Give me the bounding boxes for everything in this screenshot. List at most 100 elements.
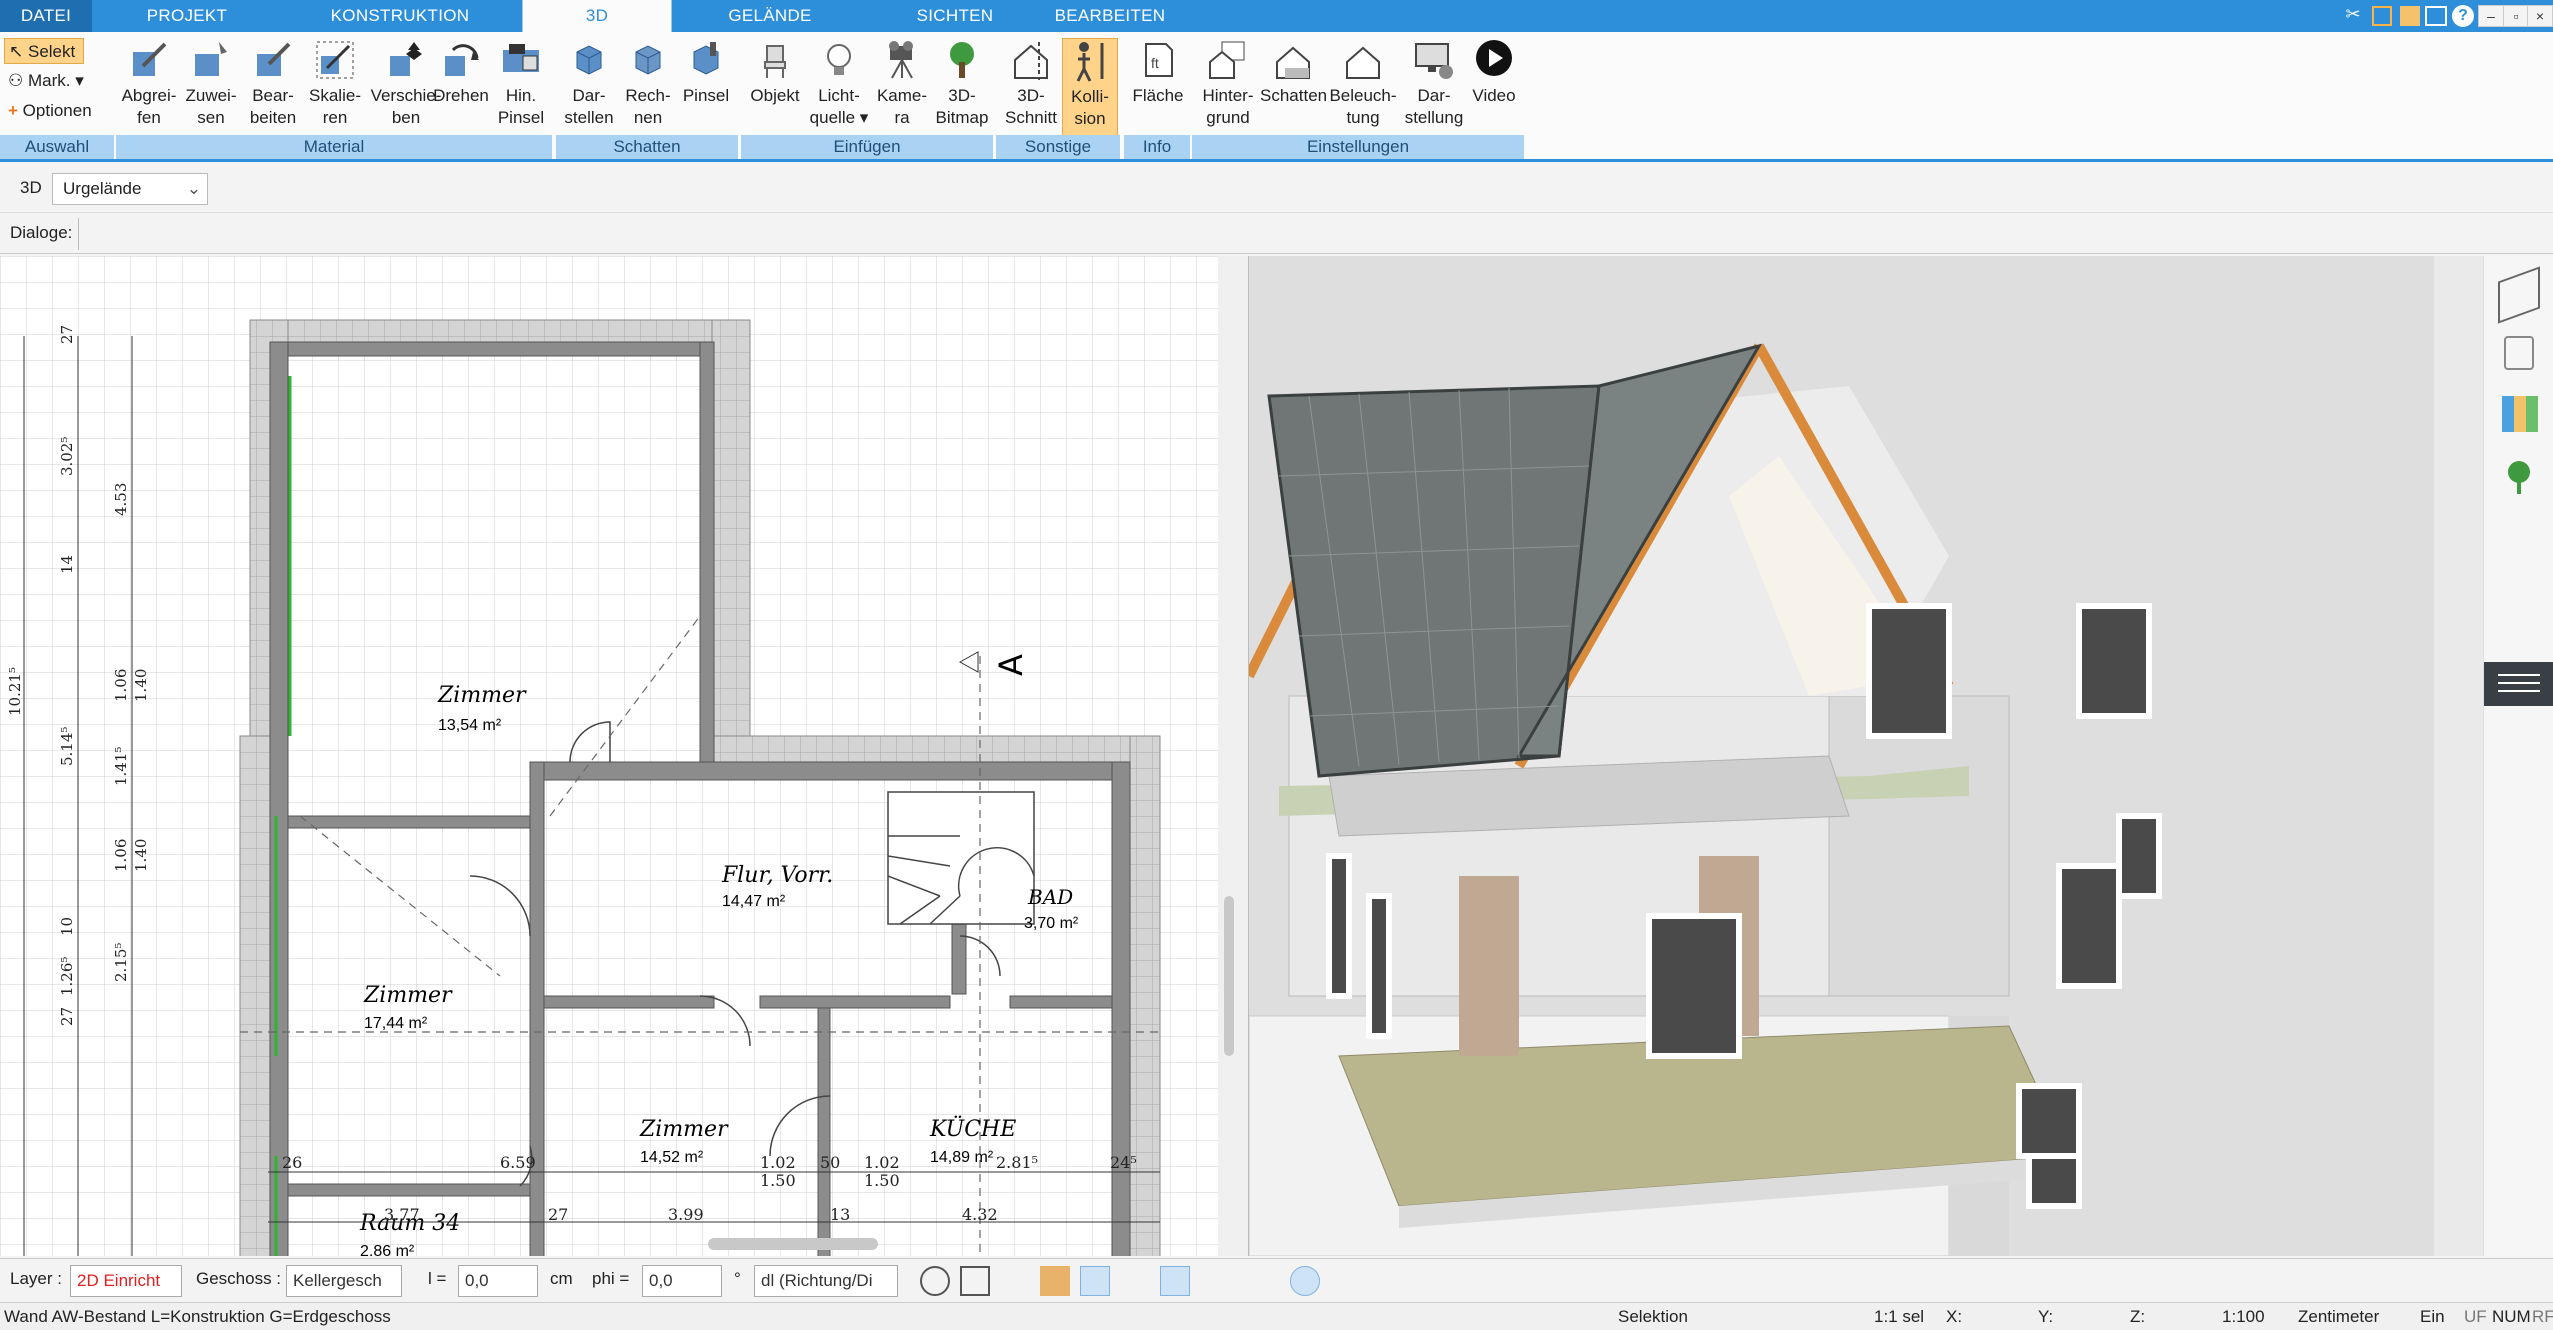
materials-icon[interactable] <box>2502 396 2538 432</box>
edit-icon <box>257 42 291 76</box>
object-icon[interactable] <box>1040 1266 1070 1296</box>
tab-sichten[interactable]: SICHTEN <box>880 0 1030 32</box>
length-label: l = <box>428 1269 447 1288</box>
insert-object-button[interactable]: Objekt <box>744 38 806 138</box>
horizontal-scrollbar[interactable] <box>708 1238 878 1250</box>
tab-3d[interactable]: 3D <box>522 0 672 32</box>
area-info-button[interactable]: ft Fläche <box>1126 38 1190 138</box>
group-einfuegen: Einfügen <box>741 135 993 159</box>
group-auswahl: Auswahl <box>0 135 114 159</box>
floor-label: Geschoss : <box>196 1269 282 1288</box>
background-button[interactable]: Hinter- grund <box>1196 38 1260 138</box>
pick-material-button[interactable]: Abgrei- fen <box>118 38 180 138</box>
layer-select[interactable]: 2D Einricht <box>70 1265 182 1297</box>
rotate-icon <box>445 44 479 76</box>
shadow-settings-button[interactable]: Schatten <box>1260 38 1327 138</box>
svg-text:1.50: 1.50 <box>864 1171 900 1190</box>
assign-material-button[interactable]: Zuwei- sen <box>180 38 242 138</box>
3d-house-render[interactable] <box>1249 256 2483 1256</box>
insert-camera-button[interactable]: Kame- ra <box>872 38 932 138</box>
cube-compute-icon <box>635 45 661 75</box>
video-button[interactable]: Video <box>1466 38 1522 138</box>
select-button[interactable]: ↖ Selekt <box>4 38 84 64</box>
options-button[interactable]: + Optionen <box>4 98 92 124</box>
furniture-icon[interactable] <box>2504 336 2534 370</box>
close-button[interactable]: × <box>2527 5 2553 27</box>
display-button[interactable]: Dar- stellung <box>1400 38 1468 138</box>
tab-bearbeiten[interactable]: BEARBEITEN <box>1040 0 1180 32</box>
roof-snap-icon[interactable] <box>1080 1266 1110 1296</box>
angle-label: phi = <box>592 1269 630 1288</box>
layers-stack-icon[interactable] <box>1200 1266 1230 1296</box>
help-icon[interactable]: ? <box>2452 5 2474 27</box>
mark-button[interactable]: ⚇ Mark. ▾ <box>4 68 84 94</box>
lighting-button[interactable]: Beleuch- tung <box>1328 38 1398 138</box>
floor-select[interactable]: Kellergesch <box>286 1265 402 1297</box>
hamburger-icon <box>2498 674 2540 676</box>
terrain-select[interactable]: Urgelände ⌄ <box>52 173 208 205</box>
shadow-brush-button[interactable]: Pinsel <box>678 38 734 138</box>
hint-brush-button[interactable]: Hin. Pinsel <box>494 38 548 138</box>
edit-material-button[interactable]: Bear- beiten <box>242 38 304 138</box>
group-info: Info <box>1124 135 1190 159</box>
insert-light-button[interactable]: Licht- quelle ▾ <box>808 38 870 138</box>
svg-text:1.02: 1.02 <box>760 1153 796 1172</box>
tab-datei[interactable]: DATEI <box>0 0 92 32</box>
svg-text:24⁵: 24⁵ <box>1110 1153 1137 1172</box>
insert-3d-bitmap-button[interactable]: 3D- Bitmap <box>932 38 992 138</box>
collision-button[interactable]: Kolli- sion <box>1062 38 1118 138</box>
restore-layout-icon[interactable] <box>2400 6 2420 26</box>
panel-menu-button[interactable] <box>2484 662 2553 706</box>
maximize-button[interactable]: ▫ <box>2503 5 2529 27</box>
north-icon[interactable] <box>1290 1266 1320 1296</box>
clock-icon[interactable] <box>920 1266 950 1296</box>
status-mode: Selektion <box>1618 1307 1688 1326</box>
grid-icon[interactable] <box>1250 1266 1280 1296</box>
surface-snap-icon[interactable] <box>1160 1266 1190 1296</box>
3d-view[interactable] <box>1248 256 2483 1256</box>
status-scale: 1:100 <box>2222 1307 2265 1326</box>
print-icon[interactable] <box>2425 6 2447 26</box>
show-shadow-button[interactable]: Dar- stellen <box>558 38 620 138</box>
camera-icon <box>889 41 913 79</box>
tab-konstruktion[interactable]: KONSTRUKTION <box>300 0 500 32</box>
monitor-icon <box>1415 43 1453 79</box>
tab-projekt[interactable]: PROJEKT <box>112 0 262 32</box>
svg-text:1.06: 1.06 <box>112 839 130 872</box>
length-input[interactable]: 0,0 <box>458 1265 538 1297</box>
status-rf: RF <box>2532 1307 2553 1326</box>
compute-shadow-button[interactable]: Rech- nen <box>620 38 676 138</box>
house-section-icon <box>1014 42 1048 80</box>
window-layout-icon[interactable] <box>2372 6 2392 26</box>
plus-icon: + <box>8 101 18 120</box>
splitter[interactable] <box>1218 256 1248 1256</box>
settings-tools-icon[interactable] <box>1000 1266 1030 1296</box>
angle-input[interactable]: 0,0 <box>642 1265 722 1297</box>
staircase[interactable] <box>887 791 1035 925</box>
ribbon-tab-bar: DATEI PROJEKT KONSTRUKTION 3D GELÄNDE SI… <box>0 0 2553 32</box>
floor-plan-view[interactable]: A A Zimmer 13,54 m² Flur, Vorr. 14,47 m²… <box>0 256 1218 1256</box>
vertical-scrollbar[interactable] <box>1224 896 1234 1056</box>
layers-icon[interactable] <box>2498 266 2540 324</box>
floor-plan-canvas[interactable]: A A Zimmer 13,54 m² Flur, Vorr. 14,47 m²… <box>0 256 1218 1256</box>
status-z: Z: <box>2130 1307 2146 1326</box>
monitor-view-icon[interactable] <box>960 1266 990 1296</box>
tab-gelaende[interactable]: GELÄNDE <box>690 0 850 32</box>
minimize-button[interactable]: – <box>2478 5 2504 27</box>
scale-material-button[interactable]: Skalie- ren <box>304 38 366 138</box>
plant-icon[interactable] <box>2504 460 2534 494</box>
room-area: 14,89 m² <box>930 1149 994 1166</box>
brush-icon <box>503 44 539 72</box>
hatch-icon[interactable] <box>1120 1266 1150 1296</box>
direction-select[interactable]: dl (Richtung/Di <box>754 1265 898 1297</box>
status-y: Y: <box>2038 1307 2054 1326</box>
tools-icon[interactable]: ✂ <box>2340 4 2366 28</box>
eyedropper-icon <box>133 42 167 76</box>
rotate-material-button[interactable]: Drehen <box>428 38 494 138</box>
3d-section-button[interactable]: 3D- Schnitt <box>1000 38 1062 138</box>
angle-unit: ° <box>734 1269 741 1288</box>
view-bar: 3D Urgelände ⌄ <box>0 165 2553 213</box>
more-options-icon[interactable] <box>1340 1266 1370 1296</box>
move-icon <box>390 42 422 76</box>
separator <box>78 218 79 250</box>
